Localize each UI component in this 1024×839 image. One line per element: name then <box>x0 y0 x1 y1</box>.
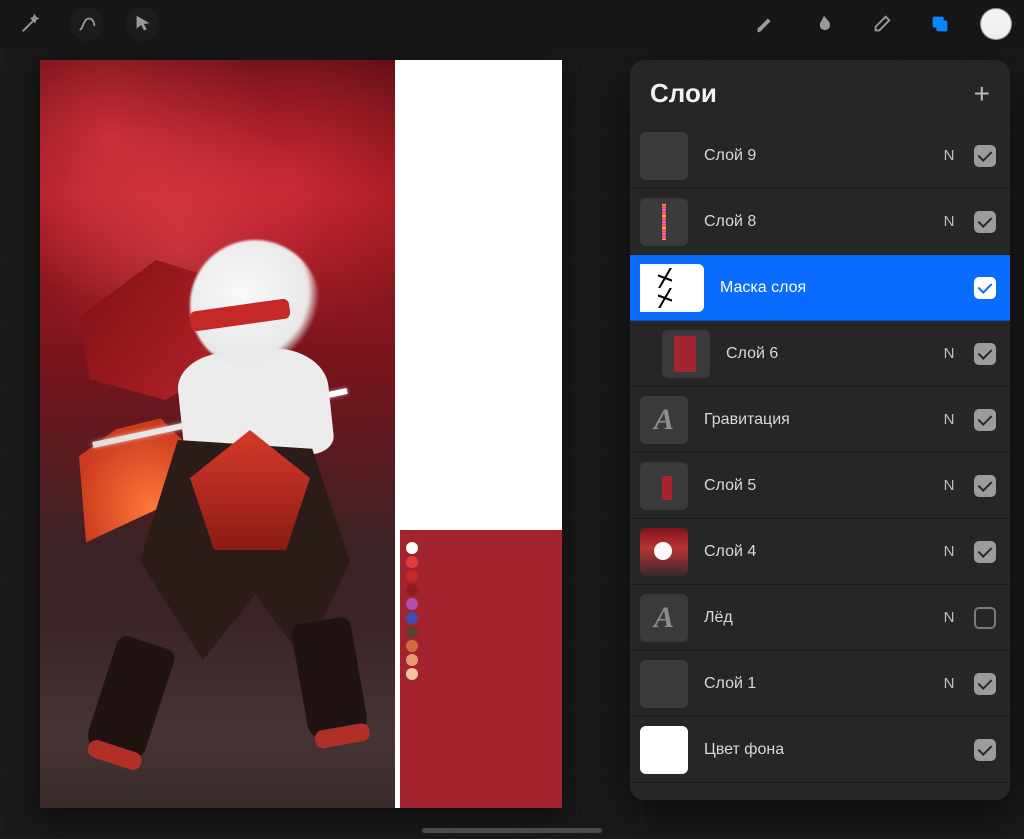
layers-panel: Слои + Слой 9NСлой 8NМаска слояСлой 6NAГ… <box>630 60 1010 800</box>
layer-visibility-checkbox[interactable] <box>974 673 996 695</box>
smudge-icon <box>813 13 835 35</box>
layer-visibility-checkbox[interactable] <box>974 475 996 497</box>
layers-panel-title: Слои <box>650 78 717 109</box>
palette-dot[interactable] <box>406 542 418 554</box>
layer-visibility-checkbox[interactable] <box>974 739 996 761</box>
layer-thumbnail[interactable] <box>640 132 688 180</box>
brush-tool-button[interactable] <box>748 6 784 42</box>
eraser-icon <box>871 13 893 35</box>
layer-row-bg[interactable]: Цвет фона <box>630 717 1010 783</box>
wand-icon <box>19 13 41 35</box>
layer-thumbnail[interactable] <box>662 330 710 378</box>
layers-panel-header: Слои + <box>630 60 1010 123</box>
layer-visibility-checkbox[interactable] <box>974 145 996 167</box>
layer-blend-mode[interactable]: N <box>940 147 958 164</box>
document-canvas[interactable] <box>40 60 562 808</box>
layer-thumbnail[interactable] <box>640 198 688 246</box>
layer-name-label: Лёд <box>704 609 924 627</box>
layer-name-label: Цвет фона <box>704 741 924 759</box>
palette-dot[interactable] <box>406 570 418 582</box>
layer-thumbnail[interactable]: A <box>640 396 688 444</box>
layer-name-label: Слой 5 <box>704 477 924 495</box>
pointer-icon <box>132 13 154 35</box>
layer-visibility-checkbox[interactable] <box>974 409 996 431</box>
layer-name-label: Слой 6 <box>726 345 924 363</box>
layer-visibility-checkbox[interactable] <box>974 211 996 233</box>
layer-thumbnail[interactable] <box>640 660 688 708</box>
palette-dot[interactable] <box>406 612 418 624</box>
layer-blend-mode[interactable]: N <box>940 675 958 692</box>
color-picker-button[interactable] <box>980 8 1012 40</box>
layer-row-l4[interactable]: Слой 4 N <box>630 519 1010 585</box>
palette-dot[interactable] <box>406 640 418 652</box>
smudge-tool-button[interactable] <box>806 6 842 42</box>
layer-row-l1[interactable]: Слой 1 N <box>630 651 1010 717</box>
layer-row-l8[interactable]: Слой 8 N <box>630 189 1010 255</box>
layer-blend-mode[interactable]: N <box>940 477 958 494</box>
palette-dot[interactable] <box>406 598 418 610</box>
layer-visibility-checkbox[interactable] <box>974 607 996 629</box>
layer-name-label: Слой 1 <box>704 675 924 693</box>
palette-dot[interactable] <box>406 668 418 680</box>
layer-row-mask[interactable]: Маска слоя <box>630 255 1010 321</box>
palette-dot[interactable] <box>406 556 418 568</box>
layer-thumbnail[interactable] <box>640 528 688 576</box>
layer-row-grav[interactable]: A Гравитация N <box>630 387 1010 453</box>
layer-visibility-checkbox[interactable] <box>974 541 996 563</box>
adjustments-button[interactable] <box>70 7 104 41</box>
eraser-tool-button[interactable] <box>864 6 900 42</box>
layer-thumbnail[interactable] <box>640 726 688 774</box>
palette-strip <box>406 542 418 680</box>
toolbar-right-group <box>748 6 1012 42</box>
add-layer-button[interactable]: + <box>974 80 990 108</box>
layer-visibility-checkbox[interactable] <box>974 277 996 299</box>
layer-visibility-checkbox[interactable] <box>974 343 996 365</box>
toolbar-left-group <box>12 6 160 42</box>
layers-tool-button[interactable] <box>922 6 958 42</box>
curves-icon <box>76 13 98 35</box>
layer-thumbnail[interactable] <box>640 462 688 510</box>
layer-list[interactable]: Слой 9 N Слой 8 N Маска слоя Слой 6 N A Гравитац… <box>630 123 1010 800</box>
palette-dot[interactable] <box>406 584 418 596</box>
layer-blend-mode[interactable]: N <box>940 345 958 362</box>
layer-row-l6[interactable]: Слой 6 N <box>630 321 1010 387</box>
wand-tool-button[interactable] <box>12 6 48 42</box>
layers-icon <box>929 13 951 35</box>
layer-thumbnail[interactable] <box>640 264 704 312</box>
top-toolbar <box>0 0 1024 48</box>
layer-name-label: Гравитация <box>704 411 924 429</box>
layer-name-label: Слой 4 <box>704 543 924 561</box>
home-indicator <box>422 828 602 833</box>
palette-dot[interactable] <box>406 626 418 638</box>
layer-name-label: Слой 9 <box>704 147 924 165</box>
layer-row-l5[interactable]: Слой 5 N <box>630 453 1010 519</box>
layer-row-ice[interactable]: A Лёд N <box>630 585 1010 651</box>
layer-blend-mode[interactable]: N <box>940 609 958 626</box>
layer-blend-mode[interactable]: N <box>940 411 958 428</box>
layer-blend-mode[interactable]: N <box>940 543 958 560</box>
brush-icon <box>755 13 777 35</box>
layer-thumbnail[interactable]: A <box>640 594 688 642</box>
layer-name-label: Маска слоя <box>720 279 924 297</box>
layer-row-l9[interactable]: Слой 9 N <box>630 123 1010 189</box>
palette-dot[interactable] <box>406 654 418 666</box>
select-tool-button[interactable] <box>126 7 160 41</box>
layer-name-label: Слой 8 <box>704 213 924 231</box>
layer-blend-mode[interactable]: N <box>940 213 958 230</box>
red-rectangle-layer[interactable] <box>400 530 562 808</box>
